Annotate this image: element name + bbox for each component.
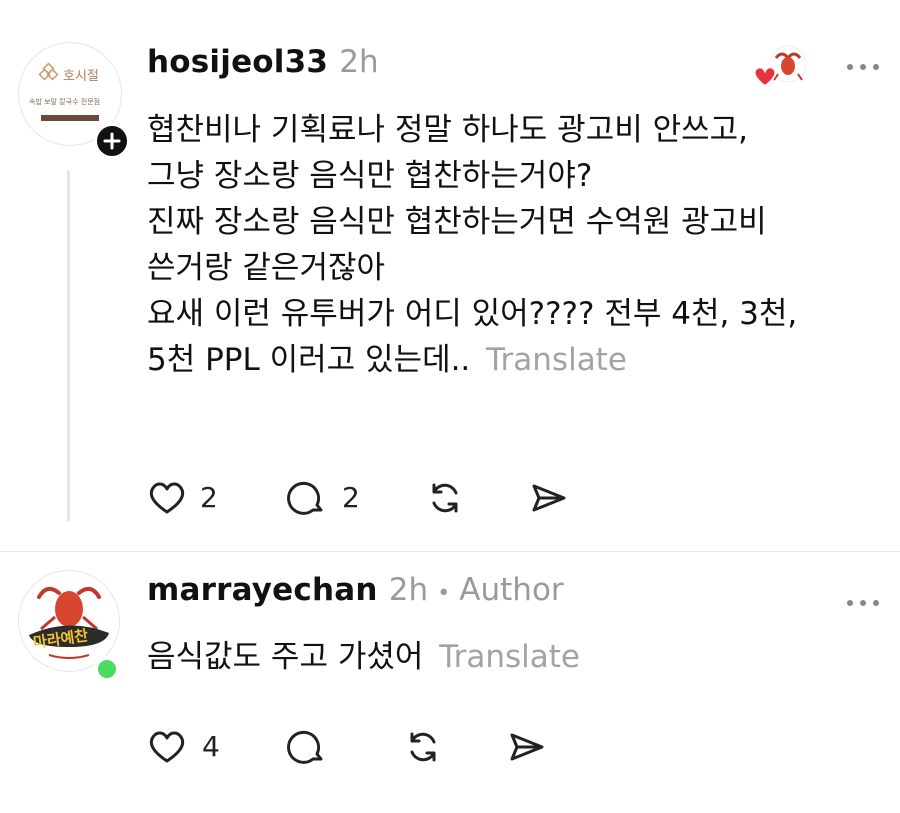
meta-separator: •: [437, 581, 451, 606]
post-line: 협찬비나 기획료나 정말 하나도 광고비 안쓰고,: [147, 112, 749, 148]
translate-link[interactable]: Translate: [439, 639, 580, 675]
avatar-brand-text: 호시절: [63, 69, 99, 84]
like-button[interactable]: 4: [146, 726, 226, 768]
share-icon: [532, 484, 566, 512]
like-button[interactable]: 2: [146, 477, 226, 519]
post-line: 그냥 장소랑 음식만 협찬하는거야?: [147, 158, 593, 194]
post-timestamp: 2h: [339, 44, 379, 80]
comment-icon: [287, 481, 323, 515]
repost-icon: [410, 732, 436, 762]
thread-line: [67, 170, 70, 522]
post-line: 요새 이런 유투버가 어디 있어???? 전부 4천, 3천,: [147, 296, 798, 332]
online-dot-icon: [98, 674, 99, 675]
more-dots-icon: [847, 600, 879, 606]
share-icon: [510, 733, 544, 761]
more-options-button[interactable]: [845, 586, 881, 616]
reply-timestamp: 2h: [388, 572, 429, 608]
heart-icon: [149, 731, 185, 763]
reply-username[interactable]: marrayechan: [147, 572, 378, 608]
post-line: 5천 PPL 이러고 있는데..: [147, 342, 471, 378]
plus-icon: [103, 132, 121, 150]
share-button[interactable]: [506, 726, 548, 768]
more-dots-icon: [847, 64, 879, 70]
translate-link[interactable]: Translate: [486, 342, 627, 378]
author-badge: Author: [459, 572, 564, 608]
like-count: 4: [202, 730, 220, 763]
repost-icon: [432, 483, 458, 513]
follow-button[interactable]: [94, 123, 130, 159]
reply-text: 음식값도 주고 가셨어: [147, 639, 424, 675]
repost-button[interactable]: [424, 477, 466, 519]
more-options-button[interactable]: [845, 50, 881, 80]
comment-icon: [287, 730, 323, 764]
post-line: 쓴거랑 같은거잖아: [147, 250, 386, 286]
online-status-dot: [94, 656, 120, 682]
reply-body: 음식값도 주고 가셨어 Translate: [147, 634, 580, 680]
post-username[interactable]: hosijeol33: [147, 44, 328, 80]
share-button[interactable]: [528, 477, 570, 519]
post-item: 호시절 속밥 보말 칼국수 전문점 hosijeol33 2h 협찬비나 기획료…: [0, 0, 900, 548]
author-liked-badge: [752, 44, 808, 90]
heart-icon: [753, 66, 777, 88]
avatar-sub-text: 속밥 보말 칼국수 전문점: [29, 98, 101, 106]
heart-icon: [149, 482, 185, 514]
post-line: 진짜 장소랑 음식만 협찬하는거면 수억원 광고비: [147, 204, 767, 240]
reply-count: 2: [342, 481, 360, 514]
repost-button[interactable]: [402, 726, 444, 768]
like-count: 2: [200, 481, 218, 514]
post-body: 협찬비나 기획료나 정말 하나도 광고비 안쓰고, 그냥 장소랑 음식만 협찬하…: [147, 107, 887, 383]
reply-button[interactable]: 2: [286, 477, 366, 519]
reply-item: 마라예찬 marrayechan 2h • Author 음식값도 주고 가셨어…: [0, 552, 900, 813]
reply-button[interactable]: [286, 726, 328, 768]
